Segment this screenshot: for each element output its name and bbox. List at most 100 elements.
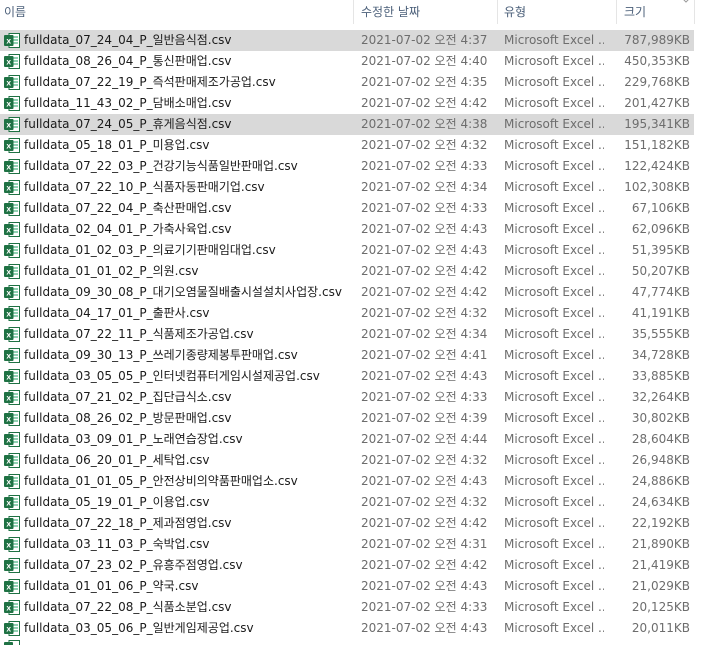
file-size: 195,341KB	[624, 117, 690, 131]
file-name: fulldata_07_22_18_P_제과점영업.csv	[24, 516, 232, 530]
file-modified-date: 2021-07-02 오전 4:43	[361, 243, 488, 257]
file-row[interactable]: x fulldata_07_21_02_P_집단급식소.csv 2021-07-02…	[0, 387, 694, 408]
sort-descending-icon[interactable]	[680, 0, 692, 5]
file-row[interactable]: x fulldata_11_43_02_P_담배소매업.csv 2021-07-02…	[0, 93, 694, 114]
file-name: fulldata_03_11_03_P_숙박업.csv	[24, 537, 210, 551]
file-modified-date: 2021-07-02 오전 4:33	[361, 159, 488, 173]
column-header-size[interactable]: 크기	[624, 0, 646, 24]
column-divider[interactable]	[694, 0, 695, 24]
file-modified-date: 2021-07-02 오전 4:33	[361, 201, 488, 215]
column-divider[interactable]	[616, 0, 617, 24]
svg-text:x: x	[6, 435, 11, 445]
file-modified-date: 2021-07-02 오전 4:34	[361, 180, 488, 194]
file-row[interactable]: x fulldata_07_23_02_P_유흥주점영업.csv 2021-07-0…	[0, 555, 694, 576]
file-modified-date: 2021-07-02 오전 4:35	[361, 75, 488, 89]
file-modified-date: 2021-07-02 오전 4:34	[361, 327, 488, 341]
file-type: Microsoft Excel ...	[504, 54, 604, 68]
file-size: 22,192KB	[631, 516, 690, 530]
file-type: Microsoft Excel ...	[504, 159, 604, 173]
file-modified-date: 2021-07-02 오전 4:42	[361, 285, 488, 299]
svg-text:x: x	[6, 393, 11, 403]
excel-file-icon: x	[4, 138, 20, 153]
excel-file-icon: x	[4, 243, 20, 258]
column-header-name[interactable]: 이름	[4, 0, 26, 24]
file-size: 62,096KB	[631, 222, 690, 236]
file-type: Microsoft Excel ...	[504, 474, 604, 488]
column-divider[interactable]	[353, 0, 354, 24]
file-row[interactable]: x fulldata_07_22_08_P_식품소분업.csv 2021-07-02…	[0, 597, 694, 618]
file-type: Microsoft Excel ...	[504, 75, 604, 89]
svg-text:x: x	[6, 498, 11, 508]
file-size: 21,890KB	[631, 537, 690, 551]
column-header-modified[interactable]: 수정한 날짜	[361, 0, 420, 24]
file-row[interactable]: x fulldata_03_05_06_P_일반게임제공업.csv 2021-07-…	[0, 618, 694, 639]
file-row[interactable]: x fulldata_05_18_01_P_미용업.csv 2021-07-02 오…	[0, 135, 694, 156]
file-row[interactable]: x fulldata_01_02_03_P_의료기기판매임대업.csv 2021-0…	[0, 240, 694, 261]
file-size: 21,419KB	[631, 558, 690, 572]
file-modified-date: 2021-07-02 오전 4:32	[361, 453, 488, 467]
file-row[interactable]: x fulldata_07_22_18_P_제과점영업.csv 2021-07-02…	[0, 513, 694, 534]
file-row[interactable]: x fulldata_04_17_01_P_출판사.csv 2021-07-02 오…	[0, 303, 694, 324]
file-row[interactable]: x fulldata_07_22_10_P_식품자동판매기업.csv 2021-07…	[0, 177, 694, 198]
file-name: fulldata_01_01_02_P_의원.csv	[24, 264, 199, 278]
column-header-type[interactable]: 유형	[504, 0, 526, 24]
excel-file-icon: x	[4, 306, 20, 321]
file-modified-date: 2021-07-02 오전 4:42	[361, 558, 488, 572]
file-row[interactable]: x fulldata_01_01_05_P_안전상비의약품판매업소.csv 2021…	[0, 471, 694, 492]
excel-file-icon: x	[4, 75, 20, 90]
file-size: 26,948KB	[631, 453, 690, 467]
file-type: Microsoft Excel ...	[504, 180, 604, 194]
file-row[interactable]: x fulldata_07_22_03_P_건강기능식품일반판매업.csv 2021…	[0, 156, 694, 177]
file-size: 30,802KB	[631, 411, 690, 425]
file-row[interactable]: x fulldata_08_26_04_P_통신판매업.csv 2021-07-02…	[0, 51, 694, 72]
excel-file-icon: x	[4, 159, 20, 174]
file-row[interactable]: x fulldata_09_30_13_P_쓰레기종량제봉투판매업.csv 2021…	[0, 345, 694, 366]
file-type: Microsoft Excel ...	[504, 222, 604, 236]
file-modified-date: 2021-07-02 오전 4:43	[361, 579, 488, 593]
file-row[interactable]: x fulldata_06_20_01_P_세탁업.csv 2021-07-02 오…	[0, 450, 694, 471]
file-row[interactable]: x fulldata_07_24_04_P_일반음식점.csv 2021-07-02…	[0, 30, 694, 51]
svg-text:x: x	[6, 561, 11, 571]
file-type: Microsoft Excel ...	[504, 117, 604, 131]
file-type: Microsoft Excel ...	[504, 285, 604, 299]
file-size: 229,768KB	[624, 75, 690, 89]
file-type: Microsoft Excel ...	[504, 348, 604, 362]
svg-text:x: x	[6, 624, 11, 634]
file-modified-date: 2021-07-02 오전 4:42	[361, 516, 488, 530]
file-row[interactable]: x fulldata_07_22_04_P_축산판매업.csv 2021-07-02…	[0, 198, 694, 219]
file-modified-date: 2021-07-02 오전 4:44	[361, 432, 488, 446]
file-row[interactable]: x fulldata_08_26_02_P_방문판매업.csv 2021-07-02…	[0, 408, 694, 429]
file-type: Microsoft Excel ...	[504, 432, 604, 446]
excel-file-icon: x	[4, 222, 20, 237]
file-type: Microsoft Excel ...	[504, 495, 604, 509]
svg-text:x: x	[6, 582, 11, 592]
file-type: Microsoft Excel ...	[504, 621, 604, 635]
file-row[interactable]: x fulldata_07_22_11_P_식품제조가공업.csv 2021-07-…	[0, 324, 694, 345]
svg-text:x: x	[6, 246, 11, 256]
svg-text:x: x	[6, 330, 11, 340]
file-row[interactable]: x fulldata_01_01_06_P_약국.csv 2021-07-02 오전…	[0, 576, 694, 597]
excel-file-icon: x	[4, 453, 20, 468]
file-name: fulldata_05_18_01_P_미용업.csv	[24, 138, 210, 152]
file-name: fulldata_04_17_01_P_출판사.csv	[24, 306, 210, 320]
file-name: fulldata_07_22_03_P_건강기능식품일반판매업.csv	[24, 159, 298, 173]
partially-visible-row[interactable]	[0, 640, 694, 645]
file-size: 33,885KB	[631, 369, 690, 383]
file-row[interactable]: x fulldata_09_30_08_P_대기오염물질배출시설설치사업장.csv…	[0, 282, 694, 303]
excel-file-icon: x	[4, 201, 20, 216]
file-row[interactable]: x fulldata_05_19_01_P_이용업.csv 2021-07-02 오…	[0, 492, 694, 513]
column-divider[interactable]	[497, 0, 498, 24]
file-row[interactable]: x fulldata_03_05_05_P_인터넷컴퓨터게임시설제공업.csv 20…	[0, 366, 694, 387]
file-row[interactable]: x fulldata_01_01_02_P_의원.csv 2021-07-02 오전…	[0, 261, 694, 282]
file-row[interactable]: x fulldata_03_09_01_P_노래연습장업.csv 2021-07-0…	[0, 429, 694, 450]
file-name: fulldata_07_24_04_P_일반음식점.csv	[24, 33, 232, 47]
file-row[interactable]: x fulldata_07_22_19_P_즉석판매제조가공업.csv 2021-0…	[0, 72, 694, 93]
file-modified-date: 2021-07-02 오전 4:33	[361, 390, 488, 404]
file-size: 24,634KB	[631, 495, 690, 509]
file-row[interactable]: x fulldata_07_24_05_P_휴게음식점.csv 2021-07-02…	[0, 114, 694, 135]
file-row[interactable]: x fulldata_03_11_03_P_숙박업.csv 2021-07-02 오…	[0, 534, 694, 555]
file-modified-date: 2021-07-02 오전 4:39	[361, 411, 488, 425]
excel-file-icon: x	[4, 33, 20, 48]
file-row[interactable]: x fulldata_02_04_01_P_가축사육업.csv 2021-07-02…	[0, 219, 694, 240]
excel-file-icon: x	[4, 264, 20, 279]
